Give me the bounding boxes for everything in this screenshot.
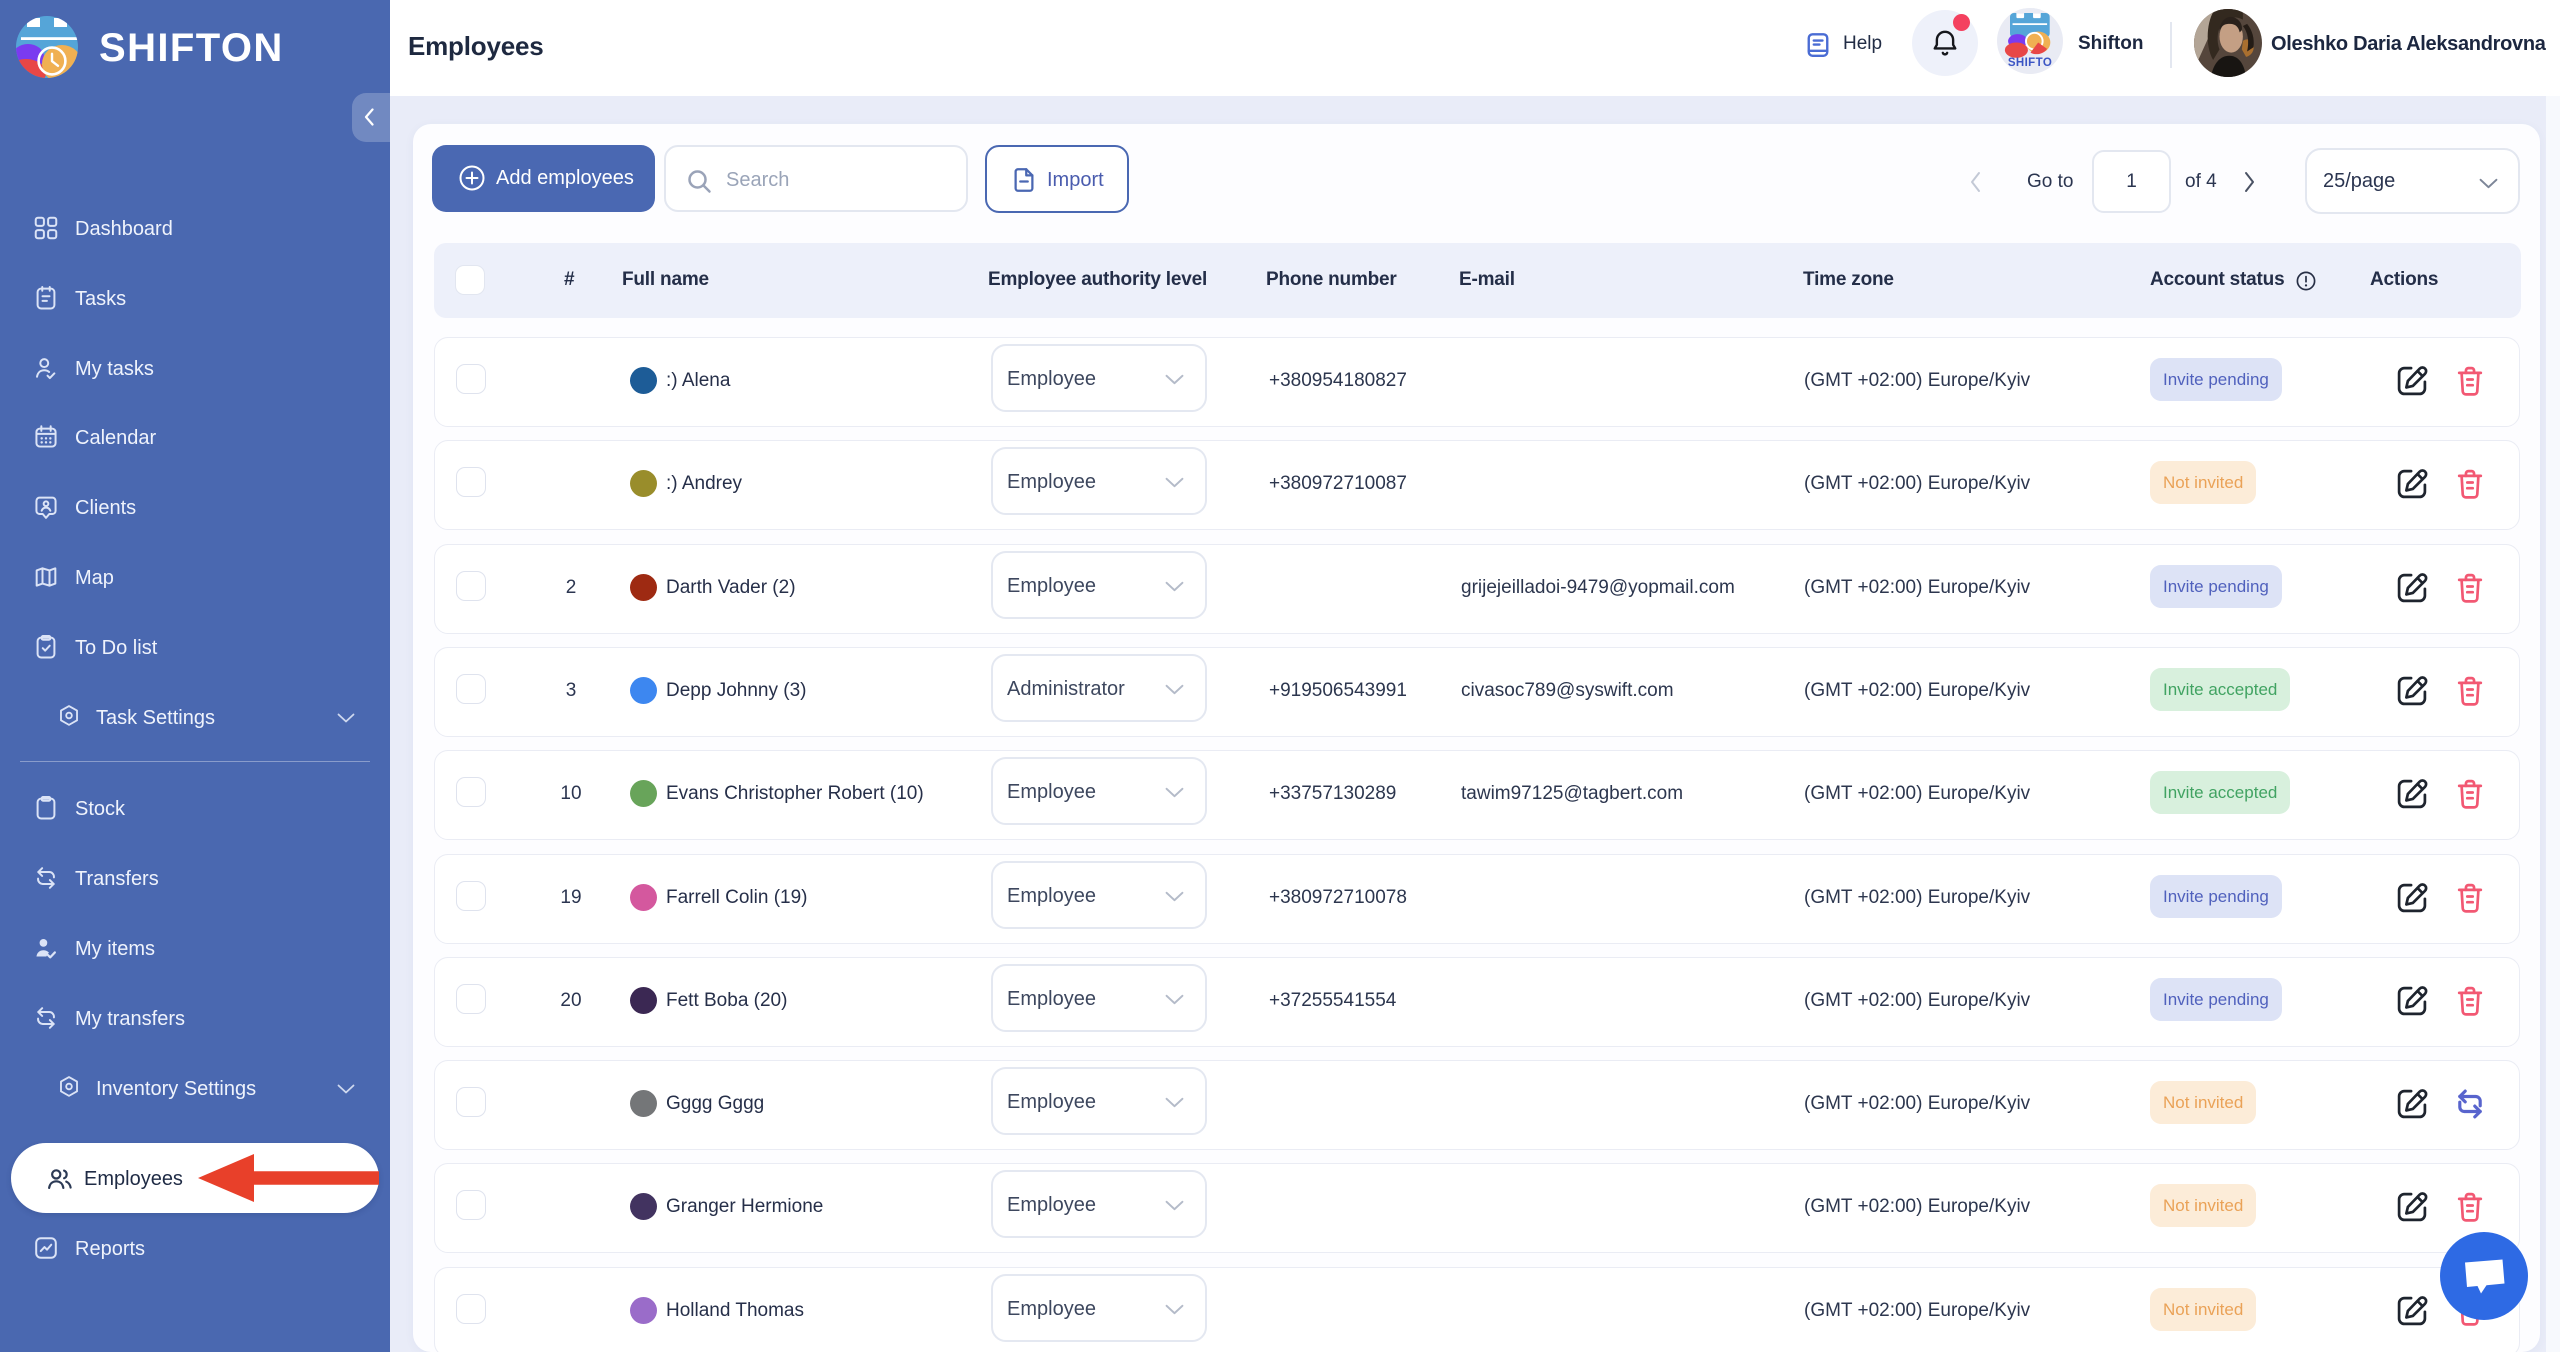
svg-text:SHIFTO: SHIFTO xyxy=(2008,57,2052,69)
